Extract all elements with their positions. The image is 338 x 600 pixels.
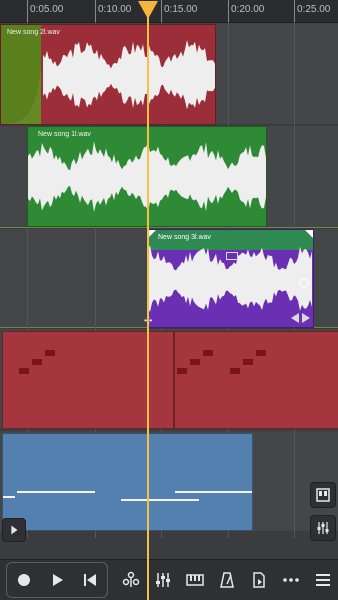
clip-name: New song 1l.wav <box>38 131 91 138</box>
export-icon <box>253 572 265 588</box>
midi-note[interactable] <box>45 350 55 356</box>
clip-name: New song 3l.wav <box>158 234 211 241</box>
midi-note[interactable] <box>19 368 29 374</box>
piano-roll-icon <box>316 488 330 502</box>
midi-clip[interactable] <box>174 331 338 429</box>
ruler-label: 0:20.00 <box>231 4 265 15</box>
pattern-note[interactable] <box>3 496 15 498</box>
effects-icon <box>122 571 140 587</box>
midi-note[interactable] <box>243 359 253 365</box>
export-button[interactable] <box>244 565 274 595</box>
metronome-button[interactable] <box>212 565 242 595</box>
more-icon <box>283 578 299 582</box>
ruler-tick <box>294 0 295 22</box>
ruler-label: 0:25.00 <box>297 4 331 15</box>
sliders-icon <box>317 522 329 534</box>
clip-corner-handle[interactable] <box>305 230 313 238</box>
pattern-clip[interactable] <box>2 433 253 531</box>
ruler-label: 0:15.00 <box>164 4 198 15</box>
ruler-tick <box>228 0 229 22</box>
midi-note[interactable] <box>177 368 187 374</box>
ruler-tick <box>95 0 96 22</box>
loop-handle-icon[interactable] <box>299 278 309 288</box>
effects-button[interactable] <box>116 565 146 595</box>
clip-menu-icon[interactable] <box>226 252 238 260</box>
audio-clip-selected[interactable]: New song 3l.wav <box>147 229 314 328</box>
mixer-toggle-button[interactable] <box>310 515 336 541</box>
move-handle-icon[interactable]: ✣ <box>144 317 154 327</box>
mixer-button[interactable] <box>148 565 178 595</box>
keyboard-button[interactable] <box>180 565 210 595</box>
metronome-icon <box>220 572 234 588</box>
midi-note[interactable] <box>203 350 213 356</box>
menu-icon <box>316 574 330 586</box>
ruler-label: 0:05.00 <box>30 4 64 15</box>
expand-panel-button[interactable] <box>2 518 26 542</box>
nudge-right-icon[interactable] <box>302 313 310 323</box>
keyboard-icon <box>186 574 204 586</box>
play-triangle-icon <box>11 525 18 535</box>
nudge-left-icon[interactable] <box>291 313 299 323</box>
audio-clip[interactable]: New song 2l.wav <box>0 24 216 125</box>
mixer-icon <box>156 573 170 587</box>
transport-controls <box>6 562 108 598</box>
waveform <box>1 40 215 124</box>
play-button[interactable] <box>42 565 72 595</box>
ruler-tick <box>161 0 162 22</box>
timeline-ruler[interactable]: 0:05.00 0:10.00 0:15.00 0:20.00 0:25.00 <box>0 0 338 23</box>
playhead-handle-icon[interactable] <box>138 1 158 19</box>
midi-note[interactable] <box>230 368 240 374</box>
play-icon <box>52 574 63 586</box>
clip-name: New song 2l.wav <box>7 29 60 36</box>
waveform <box>148 245 312 312</box>
transport-toolbar <box>0 559 338 600</box>
pattern-note[interactable] <box>175 491 252 493</box>
more-button[interactable] <box>276 565 306 595</box>
record-button[interactable] <box>9 565 39 595</box>
piano-roll-toggle-button[interactable] <box>310 482 336 508</box>
menu-button[interactable] <box>308 565 338 595</box>
rewind-to-start-icon <box>84 574 97 586</box>
clip-corner-handle[interactable] <box>148 230 156 238</box>
midi-note[interactable] <box>256 350 266 356</box>
lane-separator <box>0 227 338 228</box>
pattern-note[interactable] <box>17 491 95 493</box>
midi-note[interactable] <box>190 359 200 365</box>
ruler-label: 0:10.00 <box>98 4 132 15</box>
midi-note[interactable] <box>32 359 42 365</box>
record-icon <box>17 574 30 586</box>
pattern-note[interactable] <box>121 499 199 501</box>
ruler-tick <box>27 0 28 22</box>
playhead[interactable] <box>147 6 149 600</box>
rewind-to-start-button[interactable] <box>75 565 105 595</box>
